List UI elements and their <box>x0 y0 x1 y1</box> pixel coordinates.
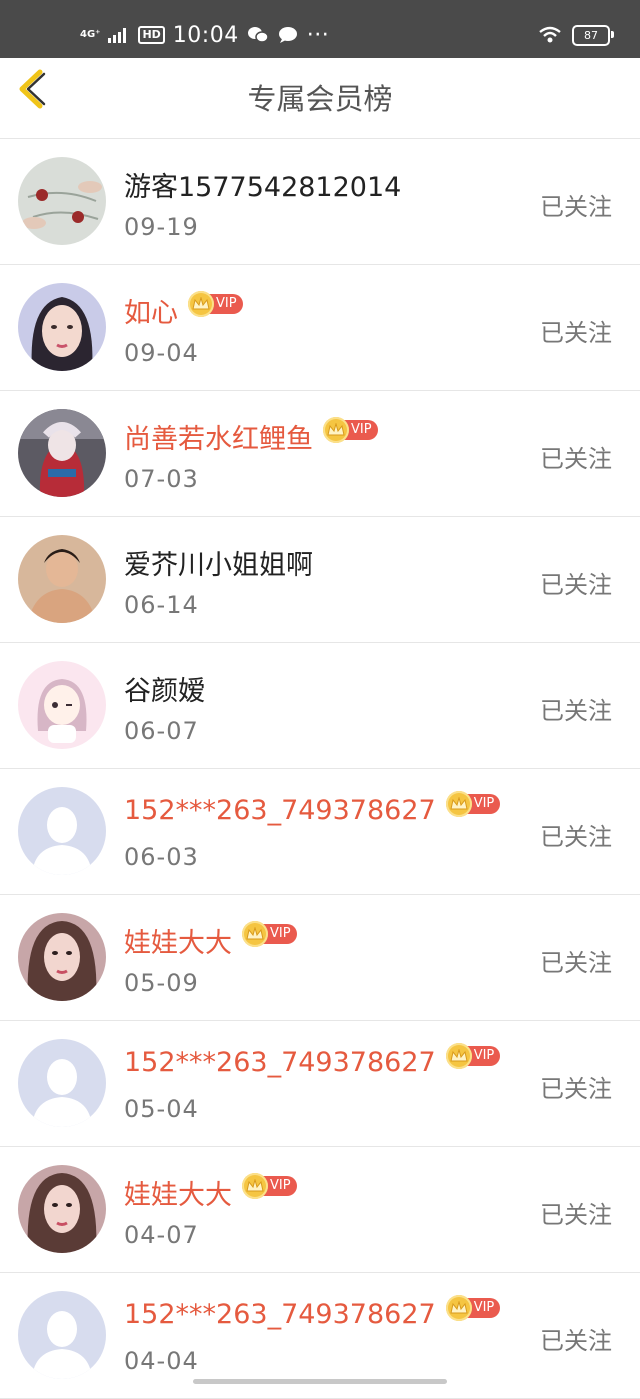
name-line: 152***263_749378627 VIP <box>124 1294 501 1330</box>
name-line: 152***263_749378627 VIP <box>124 1042 501 1078</box>
avatar[interactable] <box>18 787 106 875</box>
member-row[interactable]: 谷颜嫒 06-07 已关注 <box>0 643 640 769</box>
avatar[interactable] <box>18 283 106 371</box>
member-date: 09-19 <box>124 213 199 241</box>
battery-icon: 87 <box>572 24 614 46</box>
member-name[interactable]: 如心 <box>124 291 178 330</box>
crown-icon <box>445 1294 472 1321</box>
member-name[interactable]: 游客1577542812014 <box>124 165 401 204</box>
avatar[interactable] <box>18 1039 106 1127</box>
member-row[interactable]: 如心 VIP 09-04 已关注 <box>0 265 640 391</box>
member-name[interactable]: 爱芥川小姐姐啊 <box>124 543 313 582</box>
crown-icon <box>445 1042 472 1069</box>
follow-status-button[interactable]: 已关注 <box>540 565 612 600</box>
member-name[interactable]: 娃娃大大 <box>124 921 232 960</box>
member-row[interactable]: 152***263_749378627 VIP 06-03 已关注 <box>0 769 640 895</box>
message-icon <box>278 27 297 43</box>
crown-icon <box>445 790 472 817</box>
follow-status-button[interactable]: 已关注 <box>540 691 612 726</box>
vip-badge: VIP <box>445 790 501 817</box>
member-list: 游客1577542812014 09-19 已关注 如心 VIP 09-04 已关注 尚善若水… <box>0 139 640 1399</box>
crown-icon <box>242 920 268 947</box>
follow-status-button[interactable]: 已关注 <box>540 313 612 348</box>
vip-badge: VIP <box>445 1294 501 1321</box>
signal-icon <box>108 28 127 43</box>
member-name[interactable]: 152***263_749378627 <box>124 1047 436 1078</box>
name-line: 爱芥川小姐姐啊 <box>124 543 313 582</box>
avatar[interactable] <box>18 1291 106 1379</box>
navigation-bar: 专属会员榜 <box>0 58 640 139</box>
avatar[interactable] <box>18 535 106 623</box>
name-line: 尚善若水红鲤鱼 VIP <box>124 416 378 456</box>
member-row[interactable]: 152***263_749378627 VIP 05-04 已关注 <box>0 1021 640 1147</box>
follow-status-button[interactable]: 已关注 <box>540 817 612 852</box>
status-bar: 4G⁺ HD 10:04 ··· 87 <box>0 0 640 58</box>
name-line: 游客1577542812014 <box>124 165 401 204</box>
vip-badge: VIP <box>323 416 378 443</box>
name-line: 谷颜嫒 <box>124 669 205 708</box>
member-date: 09-04 <box>124 339 199 367</box>
member-date: 04-04 <box>124 1347 199 1375</box>
follow-status-button[interactable]: 已关注 <box>540 187 612 222</box>
member-name[interactable]: 152***263_749378627 <box>124 795 436 826</box>
vip-badge: VIP <box>445 1042 501 1069</box>
name-line: 娃娃大大 VIP <box>124 920 297 960</box>
wifi-icon <box>539 26 561 43</box>
member-row[interactable]: 游客1577542812014 09-19 已关注 <box>0 139 640 265</box>
member-name[interactable]: 尚善若水红鲤鱼 <box>124 417 313 456</box>
vip-badge: VIP <box>242 1172 297 1199</box>
member-name[interactable]: 152***263_749378627 <box>124 1299 436 1330</box>
avatar[interactable] <box>18 157 106 245</box>
follow-status-button[interactable]: 已关注 <box>540 439 612 474</box>
member-date: 05-04 <box>124 1095 199 1123</box>
follow-status-button[interactable]: 已关注 <box>540 1195 612 1230</box>
member-date: 06-03 <box>124 843 199 871</box>
member-name[interactable]: 娃娃大大 <box>124 1173 232 1212</box>
member-date: 07-03 <box>124 465 199 493</box>
network-indicator: 4G⁺ <box>80 29 101 40</box>
member-row[interactable]: 娃娃大大 VIP 05-09 已关注 <box>0 895 640 1021</box>
name-line: 如心 VIP <box>124 290 243 330</box>
home-indicator[interactable] <box>193 1379 447 1384</box>
page-title: 专属会员榜 <box>247 82 393 116</box>
hd-icon: HD <box>138 26 165 44</box>
member-name[interactable]: 谷颜嫒 <box>124 669 205 708</box>
follow-status-button[interactable]: 已关注 <box>540 943 612 978</box>
follow-status-button[interactable]: 已关注 <box>540 1321 612 1356</box>
avatar[interactable] <box>18 409 106 497</box>
crown-icon <box>242 1172 268 1199</box>
member-row[interactable]: 爱芥川小姐姐啊 06-14 已关注 <box>0 517 640 643</box>
more-notifications: ··· <box>306 22 330 48</box>
avatar[interactable] <box>18 913 106 1001</box>
crown-icon <box>323 416 349 443</box>
member-row[interactable]: 尚善若水红鲤鱼 VIP 07-03 已关注 <box>0 391 640 517</box>
member-date: 05-09 <box>124 969 199 997</box>
vip-badge: VIP <box>188 290 243 317</box>
vip-badge: VIP <box>242 920 297 947</box>
name-line: 娃娃大大 VIP <box>124 1172 297 1212</box>
wechat-icon <box>247 27 269 43</box>
name-line: 152***263_749378627 VIP <box>124 790 501 826</box>
crown-icon <box>188 290 214 317</box>
clock: 10:04 <box>172 22 239 48</box>
avatar[interactable] <box>18 661 106 749</box>
member-date: 06-14 <box>124 591 199 619</box>
member-date: 06-07 <box>124 717 199 745</box>
member-row[interactable]: 娃娃大大 VIP 04-07 已关注 <box>0 1147 640 1273</box>
member-date: 04-07 <box>124 1221 199 1249</box>
follow-status-button[interactable]: 已关注 <box>540 1069 612 1104</box>
battery-level: 87 <box>584 28 598 42</box>
avatar[interactable] <box>18 1165 106 1253</box>
